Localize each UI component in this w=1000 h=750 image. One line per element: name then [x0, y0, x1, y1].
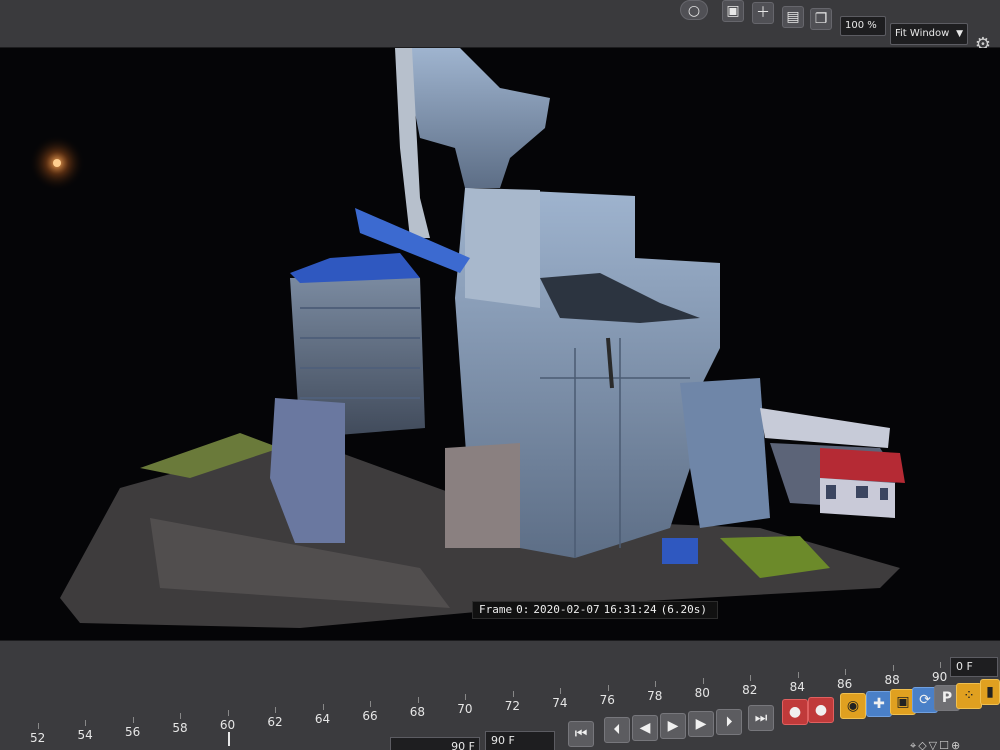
timeline-tick	[750, 675, 752, 681]
timeline-tick	[560, 687, 562, 694]
motion-path-button[interactable]: ◉	[840, 693, 866, 719]
go-to-start-button[interactable]: ⏮	[568, 721, 594, 747]
timeline-tick	[892, 665, 894, 672]
zoom-input[interactable]: 100 %	[840, 16, 886, 36]
timeline-tick-label: 86	[837, 676, 853, 691]
copy-icon[interactable]: ❐	[810, 8, 832, 30]
timeline-tick-label: 56	[124, 724, 141, 739]
record-icon[interactable]: ○	[680, 0, 708, 20]
move-tool-button[interactable]: ✚	[866, 691, 892, 717]
timeline-tick-label: 64	[314, 711, 331, 726]
view-mode-label: Fit Window	[895, 28, 950, 39]
timeline-tick	[132, 716, 134, 723]
grid-dots-button[interactable]: ⁘	[956, 683, 982, 709]
timeline-tick-label: 74	[552, 695, 568, 710]
timeline-tick-label: 62	[267, 715, 283, 729]
timeline-ruler[interactable]: 52 54 56 58 60 62 64 66 68 70 72 74 76 78 80 82 84 86 88 90	[0, 661, 950, 747]
timeline-tick	[655, 681, 657, 688]
autokey-button[interactable]: ●	[808, 697, 834, 723]
frame-label: Frame	[479, 603, 513, 616]
timeline-tick-label: 84	[789, 679, 805, 694]
frame-number: 0:	[516, 603, 530, 616]
timeline-tick-label: 78	[647, 689, 663, 704]
timeline-tick-label: 70	[457, 702, 473, 717]
timeline-tick-label: 52	[30, 731, 46, 745]
timeline-tick-label: 88	[884, 673, 900, 688]
timeline-tick	[227, 710, 229, 717]
image-icon[interactable]: ▣	[722, 0, 744, 22]
end-frame-field-b[interactable]: 90 F	[485, 731, 555, 750]
next-key-button[interactable]: ⏵	[716, 709, 742, 735]
timeline-tick-label: 58	[172, 721, 188, 736]
step-back-button[interactable]: ◀	[632, 715, 658, 741]
chevron-down-icon: ▼	[956, 29, 963, 39]
frame-date: 2020-02-07	[533, 603, 600, 616]
frame-duration: (6.20s)	[660, 603, 707, 616]
timeline-tick	[322, 703, 324, 710]
timeline-tick	[940, 662, 941, 669]
chart-icon[interactable]: ▤	[782, 6, 804, 28]
prev-key-button[interactable]: ⏴	[604, 717, 630, 743]
timeline-tick-label: 76	[599, 692, 615, 707]
timeline-tick-label: 90	[932, 670, 948, 685]
timeline-tick	[370, 700, 372, 707]
small-tools-strip[interactable]: ⌖◇▽☐⊕	[910, 739, 962, 750]
record-key-button[interactable]: ●	[782, 699, 808, 725]
top-toolbar: ○ ▣ ＋ ▤ ❐ 100 % Fit Window ▼ ⚙	[0, 0, 1000, 55]
3d-viewport[interactable]: Frame 0: 2020-02-07 16:31:24 (6.20s)	[0, 48, 1000, 640]
frame-readout: Frame 0: 2020-02-07 16:31:24 (6.20s)	[472, 601, 718, 619]
frame-time: 16:31:24	[603, 603, 657, 616]
end-frame-field-a[interactable]: 90 F	[390, 737, 480, 750]
timeline-tick	[845, 668, 847, 675]
timeline-tick	[85, 719, 87, 726]
playhead[interactable]	[227, 732, 230, 747]
timeline-tick	[512, 691, 514, 697]
timeline-tick	[702, 678, 704, 685]
timeline-tick	[38, 723, 39, 729]
layout-button[interactable]: ▮	[980, 679, 1000, 705]
step-forward-button[interactable]: ▶	[688, 711, 714, 737]
timeline-tick	[275, 707, 277, 713]
timeline-tick-label: 68	[409, 705, 426, 720]
timeline-tick	[607, 684, 609, 691]
timeline-tick-label: 82	[742, 683, 758, 697]
reconstruction-render	[29, 48, 905, 628]
timeline-tick-label: 60	[219, 718, 236, 733]
timeline-panel: 52 54 56 58 60 62 64 66 68 70 72 74 76 78 80 82 84 86 88 90…	[0, 640, 1000, 750]
timeline-tick-label: 80	[694, 686, 710, 701]
timeline-tick	[417, 697, 419, 704]
timeline-tick	[180, 713, 182, 720]
add-image-icon[interactable]: ＋	[752, 2, 774, 24]
timeline-tick-label: 66	[362, 708, 378, 723]
go-to-end-button[interactable]: ⏭	[748, 705, 774, 731]
timeline-tick	[797, 671, 799, 678]
play-button[interactable]: ▶	[660, 713, 686, 739]
timeline-tick-label: 54	[77, 727, 93, 742]
timeline-tick-label: 72	[504, 699, 521, 713]
view-mode-select[interactable]: Fit Window ▼	[890, 23, 968, 45]
current-frame-field[interactable]: 0 F	[950, 657, 998, 677]
timeline-tick	[465, 694, 467, 701]
